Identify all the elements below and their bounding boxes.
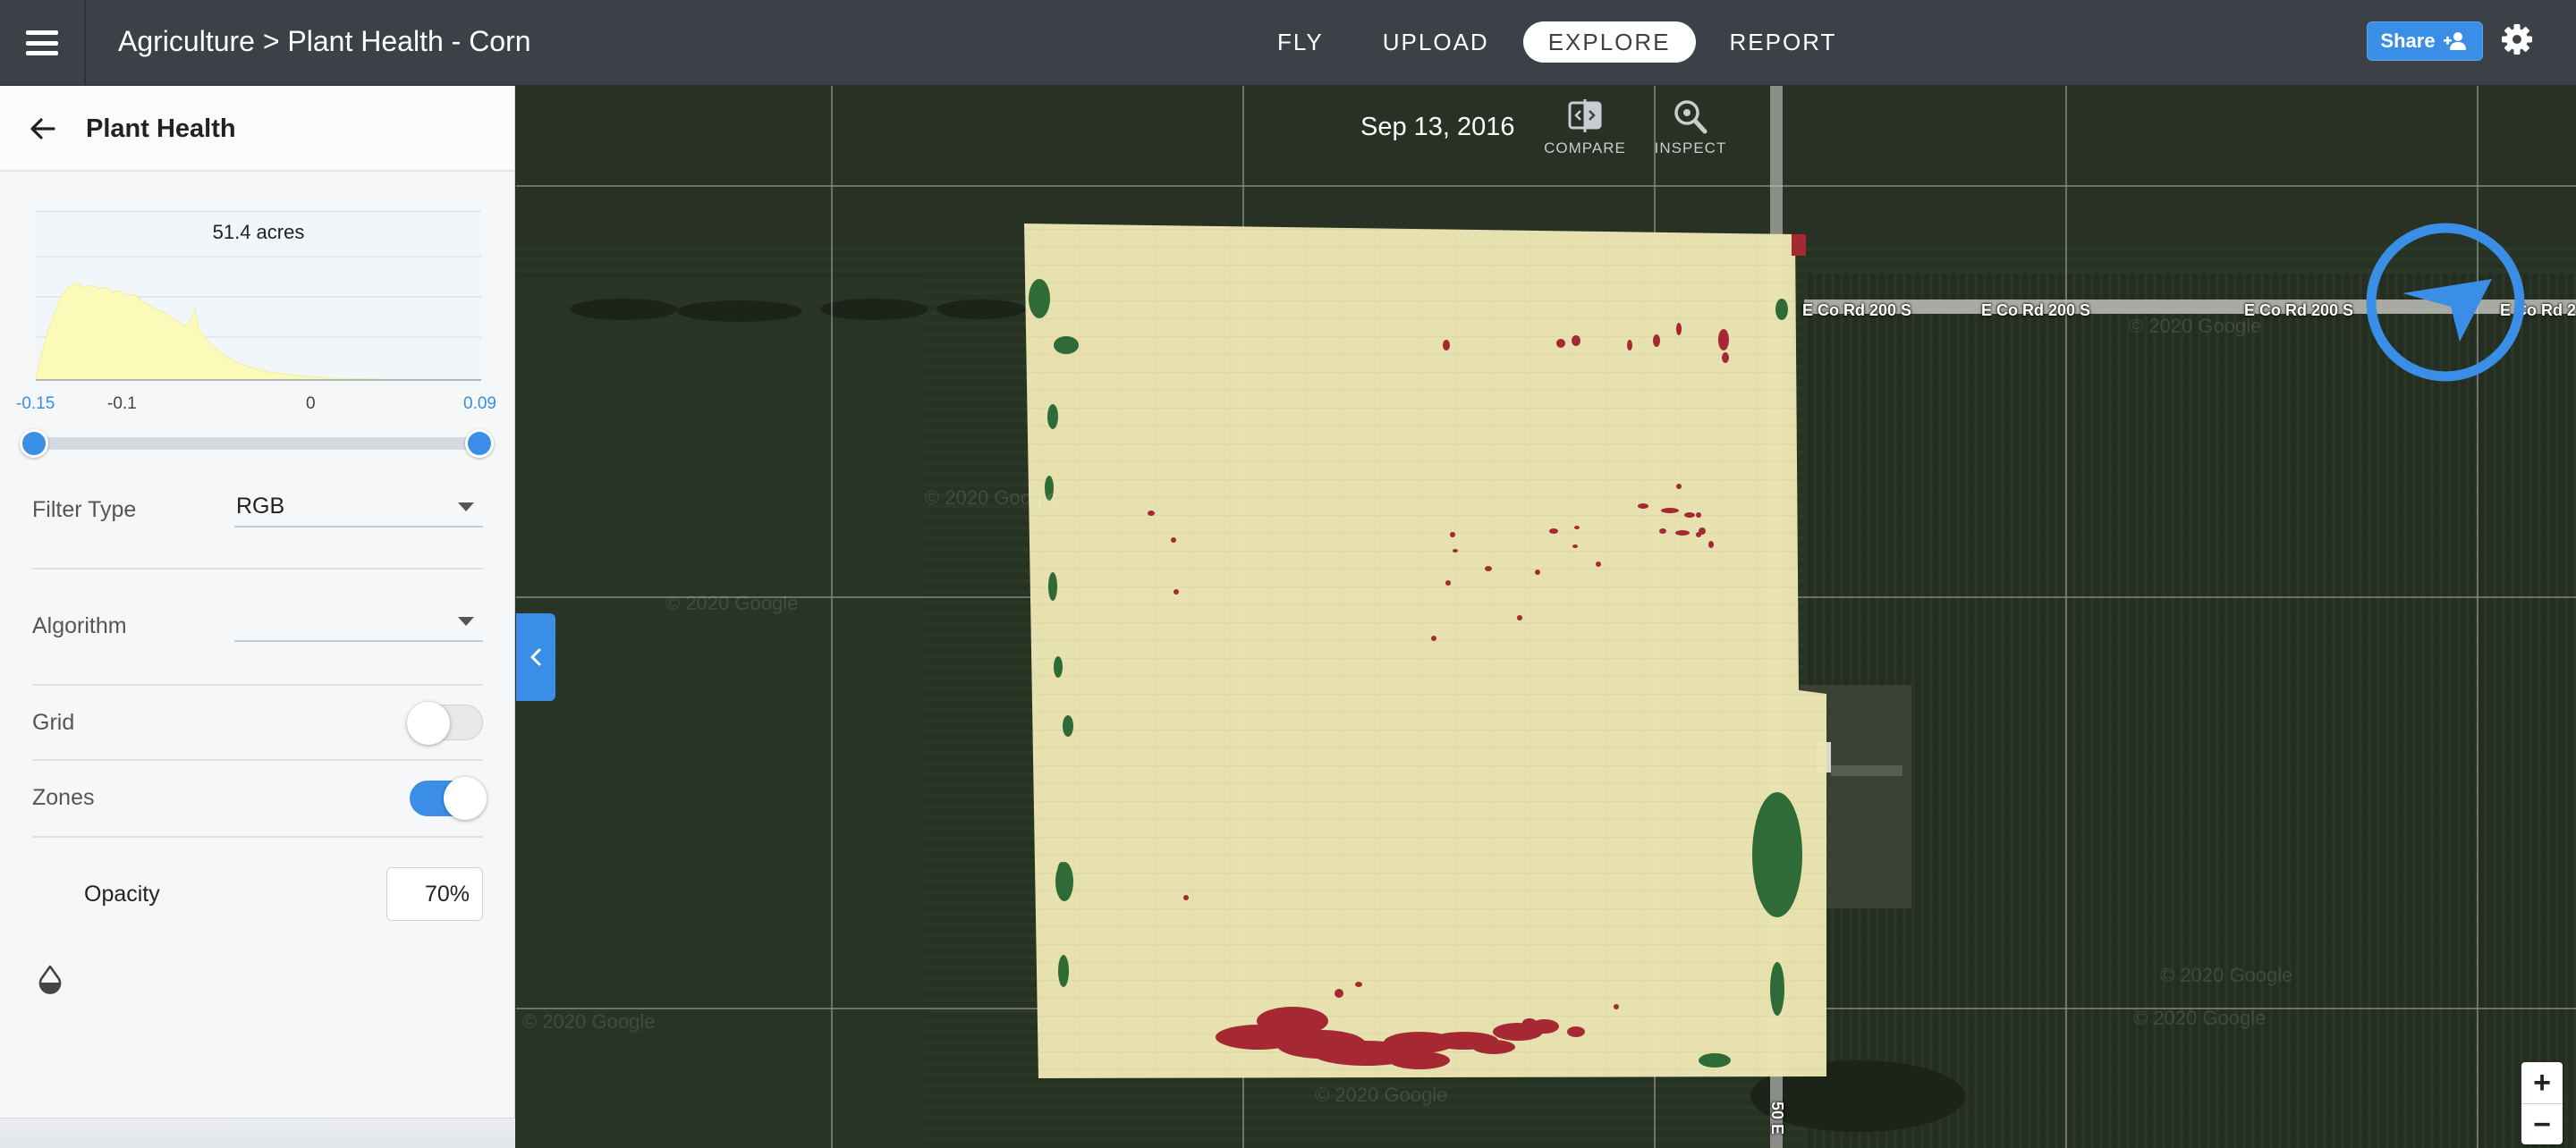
sidebar-header: Plant Health (0, 86, 514, 172)
collapse-sidebar-button[interactable] (516, 613, 555, 701)
nav-explore[interactable]: EXPLORE (1522, 21, 1696, 63)
range-slider-track[interactable] (32, 437, 481, 450)
range-slider-min-handle[interactable] (20, 429, 48, 458)
plant-health-sidebar: Plant Health 51.4 acres -0.15 -0.1 0 0.0… (0, 86, 515, 1148)
dropdown-caret-icon (458, 502, 474, 511)
map-watermark: © 2020 Google (522, 1010, 656, 1033)
toggle-knob (444, 777, 487, 820)
map-watermark: © 2020 Google (2129, 315, 2262, 337)
grid-label: Grid (32, 710, 75, 735)
inspect-tool-button[interactable]: INSPECT (1641, 98, 1740, 157)
plant-health-overlay (1024, 224, 1826, 1078)
sidebar-footer (0, 1118, 515, 1148)
toggle-knob (407, 702, 450, 745)
divider (32, 684, 483, 686)
add-people-icon (2443, 32, 2466, 50)
road-label: E Co Rd 200 S (1981, 301, 2091, 319)
nav-upload[interactable]: UPLOAD (1358, 21, 1514, 63)
satellite-map (516, 86, 2576, 1148)
opacity-input[interactable]: 70% (386, 867, 483, 921)
share-button[interactable]: Share (2367, 21, 2483, 61)
road-label: 50 E (1768, 1102, 1786, 1135)
capture-date: Sep 13, 2016 (1360, 113, 1515, 141)
share-label: Share (2380, 30, 2436, 52)
menu-icon (26, 30, 58, 55)
histogram-area (36, 283, 481, 381)
compare-icon (1568, 99, 1602, 132)
nav-report[interactable]: REPORT (1705, 21, 1862, 63)
gear-icon[interactable] (2499, 21, 2535, 57)
zoom-control: + − (2521, 1062, 2563, 1144)
zones-toggle[interactable] (410, 777, 487, 820)
divider (32, 836, 483, 838)
range-slider-max-handle[interactable] (465, 429, 494, 458)
locate-me-icon[interactable] (2365, 222, 2526, 383)
histogram-tick: 0 (306, 394, 316, 413)
compare-tool-button[interactable]: COMPARE (1536, 98, 1634, 157)
histogram-tick: -0.1 (107, 394, 137, 413)
divider (32, 568, 483, 570)
filter-type-select[interactable]: RGB (234, 488, 483, 528)
zoom-out-button[interactable]: − (2521, 1103, 2563, 1144)
inspect-label: INSPECT (1654, 139, 1727, 156)
back-arrow-icon[interactable] (27, 113, 59, 145)
map-view[interactable]: E Co Rd 200 S E Co Rd 200 S E Co Rd 200 … (516, 86, 2576, 1148)
nav-fly[interactable]: FLY (1252, 21, 1349, 63)
top-bar: Agriculture > Plant Health - Corn FLY UP… (0, 0, 2576, 86)
magnifier-icon (1674, 100, 1707, 134)
zoom-in-button[interactable]: + (2521, 1062, 2563, 1103)
algorithm-select[interactable] (234, 603, 483, 642)
histogram-tick-max: 0.09 (463, 394, 496, 413)
page-title: Agriculture > Plant Health - Corn (118, 25, 531, 57)
acres-label: 51.4 acres (212, 221, 305, 243)
map-watermark: © 2020 Google (925, 486, 1058, 509)
dropdown-caret-icon (458, 617, 474, 626)
map-watermark: © 2020 Google (2133, 1007, 2267, 1029)
opacity-label: Opacity (84, 882, 160, 907)
opacity-drop-icon (38, 965, 62, 994)
filter-type-value: RGB (236, 494, 285, 519)
main-nav: FLY UPLOAD EXPLORE REPORT (1252, 20, 1870, 64)
divider (32, 759, 483, 761)
algorithm-label: Algorithm (32, 613, 127, 638)
chevron-left-icon (530, 648, 541, 666)
map-watermark: © 2020 Google (1315, 1084, 1448, 1106)
road-label: E Co Rd 200 S (1802, 301, 1912, 319)
sidebar-title: Plant Health (86, 114, 236, 143)
grid-toggle[interactable] (407, 702, 483, 745)
map-watermark: © 2020 Google (2160, 964, 2293, 986)
map-watermark: © 2020 Google (665, 592, 799, 614)
histogram-tick-min: -0.15 (16, 394, 55, 413)
zones-label: Zones (32, 785, 95, 810)
hamburger-menu-button[interactable] (0, 0, 86, 86)
filter-type-label: Filter Type (32, 497, 137, 522)
compare-label: COMPARE (1544, 139, 1626, 156)
index-histogram: 51.4 acres (36, 211, 481, 381)
